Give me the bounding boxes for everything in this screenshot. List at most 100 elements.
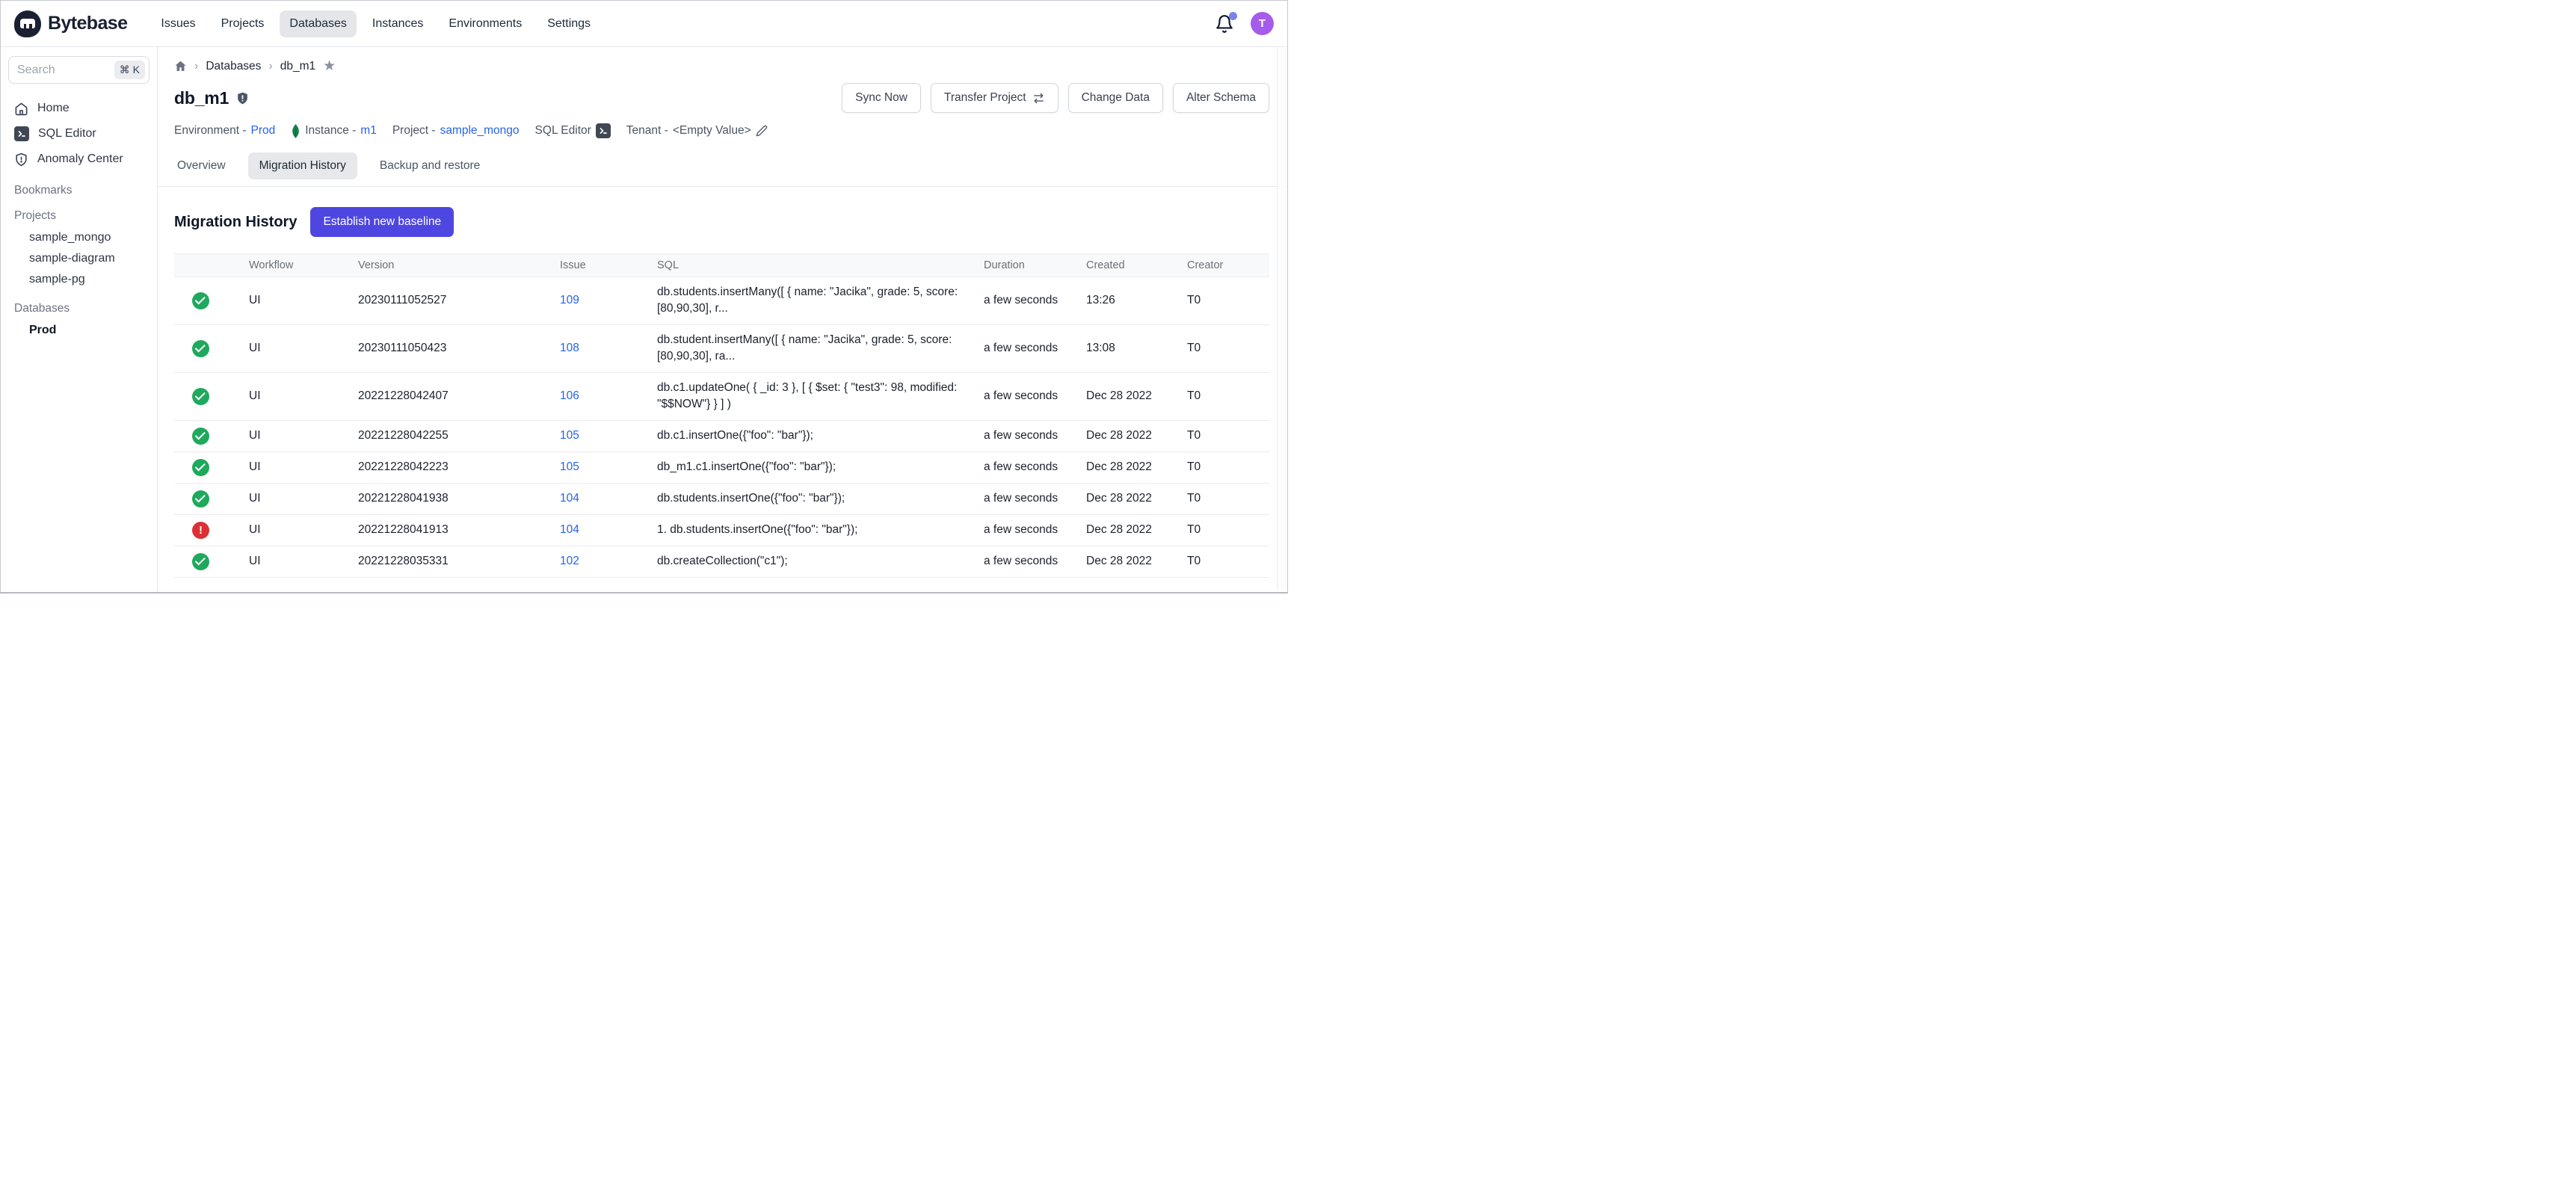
duration-cell: a few seconds: [984, 324, 1086, 372]
sidebar-item-label: SQL Editor: [38, 127, 96, 141]
version-cell: 20230111052527: [358, 277, 560, 325]
main-content: › Databases › db_m1 ★ db_m1 Sync Now Tra…: [158, 47, 1287, 593]
breadcrumb-databases[interactable]: Databases: [206, 60, 261, 73]
scrollbar[interactable]: [1277, 48, 1287, 591]
sql-cell: db.c1.insertOne({"foo": "bar"});: [657, 420, 984, 451]
status-icon: [192, 388, 209, 405]
workflow-cell: UI: [249, 483, 358, 514]
duration-cell: a few seconds: [984, 420, 1086, 451]
migration-history-title: Migration History: [174, 214, 297, 231]
issue-link[interactable]: 109: [560, 294, 579, 306]
change-data-button[interactable]: Change Data: [1068, 83, 1163, 113]
col-header-workflow: Workflow: [249, 254, 358, 277]
creator-cell: T0: [1187, 277, 1269, 325]
top-nav: Bytebase Issues Projects Databases Insta…: [1, 1, 1287, 47]
search-input[interactable]: [17, 64, 114, 77]
alter-schema-button[interactable]: Alter Schema: [1173, 83, 1269, 113]
home-icon: [14, 102, 28, 116]
sync-now-button[interactable]: Sync Now: [842, 83, 921, 113]
nav-item-databases[interactable]: Databases: [280, 10, 357, 37]
sidebar-item-sample-diagram[interactable]: sample-diagram: [7, 248, 151, 269]
tab-overview[interactable]: Overview: [174, 152, 229, 179]
tab-backup-restore[interactable]: Backup and restore: [377, 152, 483, 179]
col-header-created: Created: [1086, 254, 1187, 277]
created-cell: 13:26: [1086, 277, 1187, 325]
table-row: UI 20221228041913 104 1. db.students.ins…: [174, 514, 1269, 546]
duration-cell: a few seconds: [984, 451, 1086, 483]
created-cell: Dec 28 2022: [1086, 420, 1187, 451]
issue-link[interactable]: 105: [560, 460, 579, 473]
establish-baseline-button[interactable]: Establish new baseline: [310, 207, 454, 237]
sidebar-item-prod[interactable]: Prod: [7, 320, 151, 341]
database-tabs: Overview Migration History Backup and re…: [174, 152, 1269, 179]
mongodb-leaf-icon: [291, 124, 301, 138]
table-row: UI 20221228035331 102 db.createCollectio…: [174, 546, 1269, 577]
sidebar-item-sample-pg[interactable]: sample-pg: [7, 269, 151, 290]
brand-name: Bytebase: [48, 13, 127, 34]
issue-link[interactable]: 102: [560, 555, 579, 567]
breadcrumb: › Databases › db_m1 ★: [174, 59, 1269, 73]
sidebar-item-label: Anomaly Center: [37, 152, 123, 166]
issue-link[interactable]: 104: [560, 492, 579, 505]
terminal-icon: [14, 126, 29, 141]
created-cell: Dec 28 2022: [1086, 546, 1187, 577]
project-label: Project -: [392, 124, 436, 138]
sql-editor-link[interactable]: SQL Editor: [535, 123, 611, 138]
transfer-project-button[interactable]: Transfer Project: [931, 83, 1059, 113]
sidebar-item-anomaly-center[interactable]: Anomaly Center: [7, 147, 151, 172]
breadcrumb-current: db_m1: [280, 60, 315, 73]
nav-item-instances[interactable]: Instances: [363, 10, 433, 37]
home-breadcrumb-icon[interactable]: [174, 60, 187, 73]
nav-item-issues[interactable]: Issues: [151, 10, 205, 37]
creator-cell: T0: [1187, 324, 1269, 372]
status-icon: [192, 428, 209, 445]
nav-right: T: [1215, 12, 1274, 35]
col-header-status: [174, 254, 249, 277]
table-row: UI 20221228042255 105 db.c1.insertOne({"…: [174, 420, 1269, 451]
instance-link[interactable]: m1: [360, 124, 377, 138]
sidebar-item-sample-mongo[interactable]: sample_mongo: [7, 227, 151, 248]
status-icon: [192, 459, 209, 476]
tenant-label: Tenant -: [626, 124, 668, 138]
status-icon: [192, 522, 209, 539]
creator-cell: T0: [1187, 483, 1269, 514]
status-icon: [192, 292, 209, 309]
page-title: db_m1: [174, 88, 229, 108]
col-header-creator: Creator: [1187, 254, 1269, 277]
sidebar-item-home[interactable]: Home: [7, 96, 151, 121]
workflow-cell: UI: [249, 546, 358, 577]
created-cell: 13:08: [1086, 324, 1187, 372]
tab-migration-history[interactable]: Migration History: [248, 152, 357, 179]
sidebar: ⌘ K Home SQL Editor Anomaly Center Bookm…: [1, 47, 158, 593]
notification-bell-button[interactable]: [1215, 14, 1234, 34]
created-cell: Dec 28 2022: [1086, 483, 1187, 514]
issue-link[interactable]: 104: [560, 523, 579, 536]
nav-item-settings[interactable]: Settings: [537, 10, 600, 37]
nav-item-environments[interactable]: Environments: [439, 10, 531, 37]
workflow-cell: UI: [249, 451, 358, 483]
project-link[interactable]: sample_mongo: [440, 124, 520, 138]
sql-editor-label: SQL Editor: [535, 124, 591, 138]
shield-badge-icon: [235, 91, 250, 105]
issue-link[interactable]: 105: [560, 429, 579, 442]
sidebar-section-projects: Projects: [7, 209, 151, 223]
sidebar-item-label: Home: [37, 102, 70, 115]
bookmark-star-icon[interactable]: ★: [323, 59, 336, 73]
user-avatar[interactable]: T: [1251, 12, 1274, 35]
brand-logo[interactable]: Bytebase: [14, 10, 127, 37]
nav-item-projects[interactable]: Projects: [212, 10, 274, 37]
search-box[interactable]: ⌘ K: [8, 56, 150, 84]
issue-link[interactable]: 106: [560, 389, 579, 402]
page-actions: Sync Now Transfer Project Change Data Al…: [842, 83, 1269, 113]
col-header-version: Version: [358, 254, 560, 277]
edit-tenant-pencil-icon[interactable]: [756, 125, 768, 137]
duration-cell: a few seconds: [984, 546, 1086, 577]
workflow-cell: UI: [249, 372, 358, 420]
environment-link[interactable]: Prod: [250, 124, 275, 138]
status-icon: [192, 490, 209, 508]
workflow-cell: UI: [249, 324, 358, 372]
search-shortcut-badge: ⌘ K: [114, 61, 145, 79]
tenant-value: <Empty Value>: [673, 124, 751, 138]
issue-link[interactable]: 108: [560, 342, 579, 354]
sidebar-item-sql-editor[interactable]: SQL Editor: [7, 121, 151, 147]
